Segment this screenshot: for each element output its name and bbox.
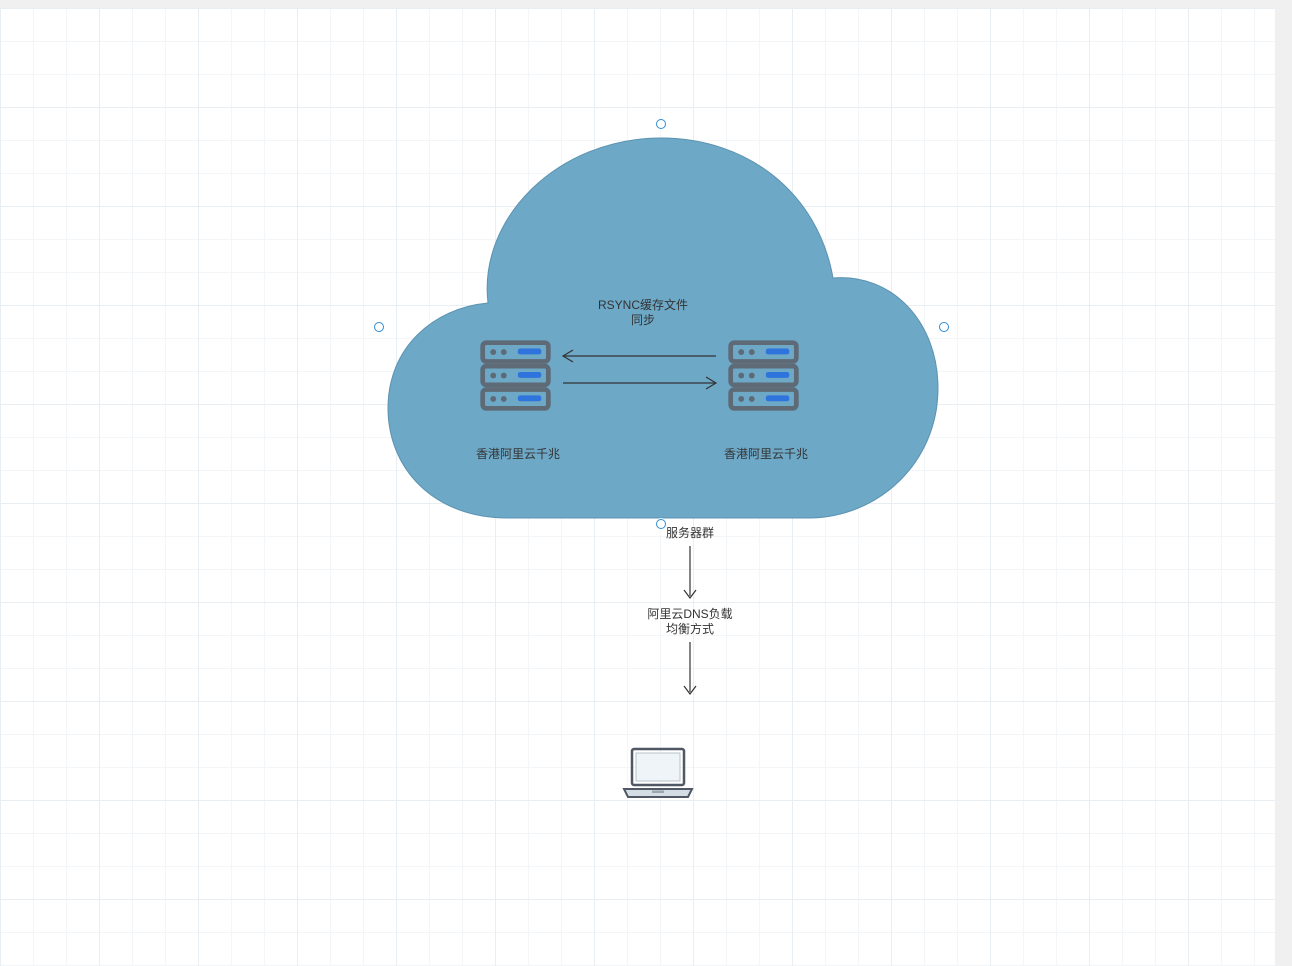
selection-handle-icon[interactable] (939, 322, 949, 332)
cloud-caption: 服务器群 (620, 526, 760, 541)
arrow-dns-to-laptop[interactable] (620, 640, 760, 700)
vertical-scrollbar[interactable] (1274, 8, 1292, 966)
laptop-icon (618, 745, 698, 801)
dns-label: 阿里云DNS负载 均衡方式 (620, 607, 760, 637)
sync-label: RSYNC缓存文件 同步 (573, 298, 713, 328)
sync-label-line2: 同步 (631, 313, 655, 327)
diagram-canvas[interactable]: 香港阿里云千兆 香港阿里云千兆 RSYNC缓存文件 同步 服务器群 阿里云DNS… (0, 8, 1275, 966)
arrow-cloud-to-dns[interactable] (620, 544, 760, 604)
sync-label-line1: RSYNC缓存文件 (598, 298, 688, 312)
sync-arrows[interactable] (553, 341, 726, 403)
selection-handle-icon[interactable] (656, 119, 666, 129)
flow-below-cloud: 服务器群 阿里云DNS负载 均衡方式 (620, 523, 760, 700)
server-left-label: 香港阿里云千兆 (448, 445, 588, 462)
cloud-shape[interactable]: 香港阿里云千兆 香港阿里云千兆 RSYNC缓存文件 同步 (378, 123, 943, 523)
server-rack-icon (478, 338, 553, 413)
dns-label-line1: 阿里云DNS负载 (647, 607, 732, 621)
double-arrow-icon (553, 341, 726, 403)
server-left[interactable] (478, 338, 553, 413)
arrow-down-icon (680, 640, 700, 700)
server-right-label: 香港阿里云千兆 (696, 445, 836, 462)
server-right[interactable] (726, 338, 801, 413)
arrow-down-icon (680, 544, 700, 604)
app-root: 香港阿里云千兆 香港阿里云千兆 RSYNC缓存文件 同步 服务器群 阿里云DNS… (0, 0, 1292, 966)
dns-label-line2: 均衡方式 (666, 622, 714, 636)
selection-handle-icon[interactable] (374, 322, 384, 332)
server-rack-icon (726, 338, 801, 413)
laptop-shape[interactable] (618, 745, 698, 805)
